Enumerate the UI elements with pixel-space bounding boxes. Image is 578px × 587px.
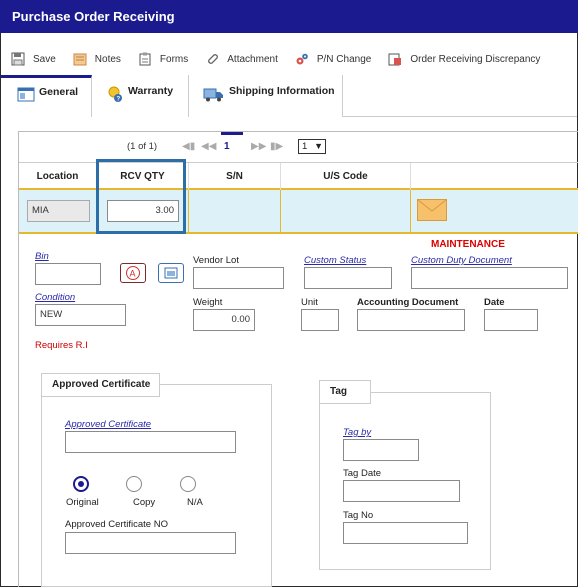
attachment-label: Attachment (227, 53, 278, 65)
tab-shipping-label: Shipping Information (229, 85, 335, 97)
next-page-icon[interactable]: ▶▶ (251, 141, 266, 152)
weight-input[interactable]: 0.00 (193, 309, 255, 331)
condition-input[interactable]: NEW (35, 304, 126, 326)
attachment-button[interactable]: Attachment (205, 52, 278, 66)
tab-shipping-information[interactable]: Shipping Information (189, 75, 343, 117)
radio-na[interactable] (180, 476, 196, 492)
approved-certificate-input[interactable] (65, 431, 236, 453)
save-icon (11, 52, 25, 66)
tab-general[interactable]: General (1, 75, 92, 117)
current-page-number[interactable]: 1 (224, 141, 230, 152)
pn-change-button[interactable]: P/N Change (295, 52, 371, 66)
radio-original[interactable] (73, 476, 89, 492)
maintenance-label: MAINTENANCE (431, 239, 505, 250)
requires-ri-text: Requires R.I (35, 340, 88, 351)
location-cell: MIA (19, 190, 97, 232)
gears-icon (295, 52, 309, 66)
truck-icon (203, 85, 225, 103)
radio-original-label: Original (66, 497, 99, 508)
window-title: Purchase Order Receiving (0, 0, 578, 33)
location-lookup-button[interactable] (158, 263, 184, 283)
notes-button[interactable]: Notes (73, 52, 121, 66)
page-select[interactable]: 1 ▼ (298, 139, 326, 154)
us-code-cell[interactable] (281, 190, 411, 232)
col-location[interactable]: Location (19, 163, 97, 191)
forms-button[interactable]: Forms (138, 52, 188, 66)
tag-by-input[interactable] (343, 439, 419, 461)
discrepancy-icon (388, 52, 402, 66)
radio-copy-label: Copy (133, 497, 156, 508)
date-input[interactable] (484, 309, 538, 331)
tab-general-label: General (39, 86, 79, 98)
condition-label[interactable]: Condition (35, 292, 75, 303)
warranty-icon: ? (106, 85, 124, 103)
bin-input[interactable] (35, 263, 101, 285)
a-button[interactable]: A (120, 263, 146, 283)
approved-certificate-no-input[interactable] (65, 532, 236, 554)
last-page-icon[interactable]: ▮▶ (270, 141, 283, 152)
toolbar: Save Notes Forms Attachment P/N Change O… (1, 44, 577, 74)
unit-label: Unit (301, 297, 318, 308)
rcv-qty-focus-frame (96, 159, 186, 234)
svg-text:?: ? (117, 97, 121, 103)
save-button[interactable]: Save (11, 52, 56, 66)
forms-icon (138, 52, 152, 66)
envelope-icon[interactable] (417, 199, 447, 221)
radio-copy[interactable] (126, 476, 142, 492)
approved-certificate-label[interactable]: Approved Certificate (65, 419, 151, 430)
tab-warranty-label: Warranty (128, 85, 174, 97)
a-circle-icon: A (126, 266, 140, 280)
sn-cell[interactable] (189, 190, 281, 232)
vendor-lot-label: Vendor Lot (193, 255, 239, 266)
pn-change-label: P/N Change (316, 53, 372, 65)
prev-page-icon[interactable]: ◀◀ (201, 141, 216, 152)
weight-label: Weight (193, 297, 223, 308)
tag-by-label[interactable]: Tag by (343, 427, 371, 438)
tag-no-input[interactable] (343, 522, 468, 544)
custom-duty-document-label[interactable]: Custom Duty Document (411, 255, 512, 266)
tab-warranty[interactable]: ? Warranty (92, 75, 189, 117)
tag-no-label: Tag No (343, 510, 374, 521)
lookup-icon (164, 267, 178, 279)
forms-label: Forms (159, 53, 189, 65)
col-sn[interactable]: S/N (189, 163, 281, 191)
tag-date-label: Tag Date (343, 468, 382, 479)
pager: (1 of 1) ◀▮ ◀◀ 1 ▶▶ ▮▶ 1 ▼ (19, 132, 578, 162)
general-tab-icon (17, 86, 35, 104)
col-us-code[interactable]: U/S Code (281, 163, 411, 191)
page-select-value: 1 (302, 141, 308, 152)
notes-label: Notes (94, 53, 121, 65)
accounting-document-label: Accounting Document (357, 297, 459, 308)
pager-summary: (1 of 1) (127, 141, 158, 152)
tag-title: Tag (319, 380, 371, 404)
bin-label[interactable]: Bin (35, 251, 49, 262)
tag-date-input[interactable] (343, 480, 460, 502)
custom-status-input[interactable] (304, 267, 392, 289)
unit-input[interactable] (301, 309, 339, 331)
vendor-lot-input[interactable] (193, 267, 284, 289)
location-field: MIA (27, 200, 90, 222)
first-page-icon[interactable]: ◀▮ (182, 141, 195, 152)
order-receiving-discrepancy-button[interactable]: Order Receiving Discrepancy (388, 52, 540, 66)
tab-bar: General ? Warranty Shipping Information (1, 75, 577, 117)
svg-text:A: A (130, 269, 136, 279)
current-page-indicator (221, 132, 243, 135)
custom-duty-document-input[interactable] (411, 267, 568, 289)
accounting-document-input[interactable] (357, 309, 465, 331)
approved-certificate-title: Approved Certificate (41, 373, 160, 397)
discrepancy-label: Order Receiving Discrepancy (410, 53, 541, 65)
date-label: Date (484, 297, 505, 308)
save-label: Save (33, 53, 56, 65)
notes-icon (73, 52, 87, 66)
chevron-down-icon: ▼ (314, 141, 323, 151)
approved-certificate-no-label: Approved Certificate NO (65, 519, 168, 530)
custom-status-label[interactable]: Custom Status (304, 255, 366, 266)
radio-na-label: N/A (187, 497, 203, 508)
paperclip-icon (205, 52, 219, 66)
